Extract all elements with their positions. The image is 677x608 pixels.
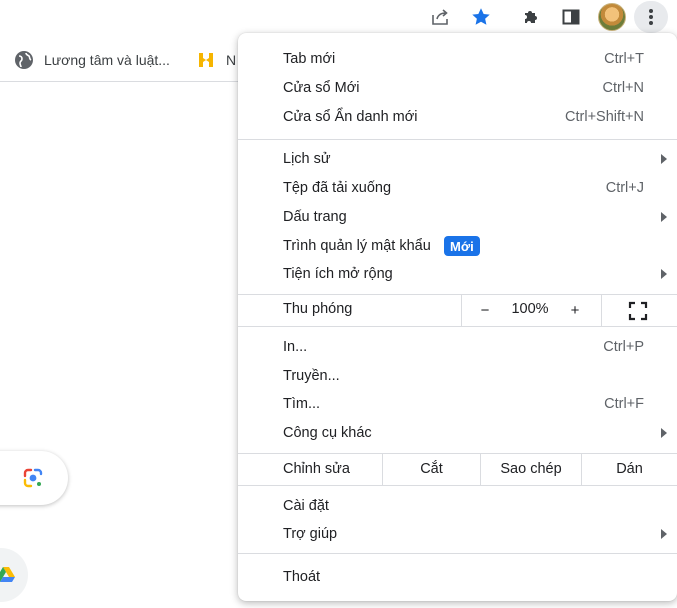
menu-item-extensions[interactable]: Tiện ích mở rộng bbox=[238, 260, 677, 288]
chrome-menu: Tab mới Ctrl+T Cửa sổ Mới Ctrl+N Cửa sổ … bbox=[238, 33, 677, 601]
copy-button[interactable]: Sao chép bbox=[481, 453, 581, 485]
submenu-arrow-icon bbox=[661, 154, 667, 164]
menu-item-label: Cửa sổ Ẩn danh mới bbox=[283, 109, 418, 125]
cut-button[interactable]: Cắt bbox=[383, 453, 480, 485]
bookmark-star-icon[interactable] bbox=[468, 4, 494, 30]
menu-item-label: Tab mới bbox=[283, 51, 336, 67]
bookmark-label: N bbox=[226, 52, 237, 68]
menu-item-settings[interactable]: Cài đặt bbox=[238, 492, 677, 520]
fullscreen-icon[interactable] bbox=[628, 301, 648, 321]
menu-item-label: Tìm... bbox=[283, 396, 321, 412]
menu-item-label: Cửa sổ Mới bbox=[283, 80, 360, 96]
menu-item-label: Tiện ích mở rộng bbox=[283, 266, 393, 282]
kebab-menu-button[interactable] bbox=[634, 1, 668, 33]
menu-item-label: Dấu trang bbox=[283, 209, 347, 225]
menu-item-label: Trình quản lý mật khẩu bbox=[283, 238, 431, 254]
menu-item-downloads[interactable]: Tệp đã tải xuống Ctrl+J bbox=[238, 174, 677, 202]
submenu-arrow-icon bbox=[661, 212, 667, 222]
menu-item-print[interactable]: In... Ctrl+P bbox=[238, 333, 677, 361]
menu-item-cast[interactable]: Truyền... bbox=[238, 362, 677, 390]
edit-label: Chỉnh sửa bbox=[283, 461, 350, 477]
avatar[interactable] bbox=[598, 3, 626, 31]
google-drive-shortcut[interactable] bbox=[0, 548, 28, 602]
menu-item-shortcut: Ctrl+P bbox=[603, 339, 644, 355]
menu-item-help[interactable]: Trợ giúp bbox=[238, 520, 677, 548]
kebab-menu-icon bbox=[649, 9, 653, 25]
menu-item-shortcut: Ctrl+N bbox=[602, 80, 645, 96]
menu-item-label: Công cụ khác bbox=[283, 425, 372, 441]
menu-item-new-tab[interactable]: Tab mới Ctrl+T bbox=[238, 45, 677, 73]
google-lens-icon bbox=[23, 468, 43, 488]
menu-item-shortcut: Ctrl+Shift+N bbox=[565, 109, 644, 125]
zoom-row: Thu phóng − 100% + bbox=[238, 294, 677, 326]
menu-item-label: Truyền... bbox=[283, 368, 340, 384]
menu-item-label: Tệp đã tải xuống bbox=[283, 180, 392, 196]
menu-item-label: Cài đặt bbox=[283, 498, 329, 514]
menu-item-label: Trợ giúp bbox=[283, 526, 338, 542]
bookmark-item[interactable]: Lương tâm và luật... bbox=[14, 48, 170, 72]
menu-item-more-tools[interactable]: Công cụ khác bbox=[238, 419, 677, 447]
menu-separator bbox=[238, 139, 677, 140]
side-panel-icon[interactable] bbox=[558, 4, 584, 30]
google-drive-icon bbox=[0, 567, 15, 582]
menu-item-history[interactable]: Lịch sử bbox=[238, 145, 677, 173]
yellow-logo-icon bbox=[199, 53, 213, 67]
submenu-arrow-icon bbox=[661, 428, 667, 438]
menu-item-label: In... bbox=[283, 339, 308, 355]
menu-item-password-manager[interactable]: Trình quản lý mật khẩu Mới bbox=[238, 232, 677, 260]
bookmark-label: Lương tâm và luật... bbox=[44, 52, 170, 68]
menu-separator bbox=[238, 485, 677, 486]
edit-row: Chỉnh sửa Cắt Sao chép Dán bbox=[238, 453, 677, 485]
submenu-arrow-icon bbox=[661, 269, 667, 279]
extensions-icon[interactable] bbox=[518, 4, 544, 30]
menu-item-new-incognito-window[interactable]: Cửa sổ Ẩn danh mới Ctrl+Shift+N bbox=[238, 103, 677, 131]
zoom-out-button[interactable]: − bbox=[474, 299, 496, 321]
divider bbox=[601, 294, 602, 326]
menu-item-find[interactable]: Tìm... Ctrl+F bbox=[238, 390, 677, 418]
menu-item-shortcut: Ctrl+T bbox=[604, 51, 644, 67]
menu-item-bookmarks[interactable]: Dấu trang bbox=[238, 203, 677, 231]
share-icon[interactable] bbox=[427, 4, 453, 30]
browser-toolbar bbox=[0, 0, 677, 34]
menu-item-label: Lịch sử bbox=[283, 151, 331, 167]
menu-item-label: Thoát bbox=[283, 569, 321, 585]
menu-item-shortcut: Ctrl+F bbox=[604, 396, 644, 412]
menu-item-exit[interactable]: Thoát bbox=[238, 563, 677, 591]
new-badge: Mới bbox=[444, 236, 480, 256]
menu-separator bbox=[238, 326, 677, 327]
divider bbox=[461, 294, 462, 326]
zoom-value: 100% bbox=[511, 301, 549, 317]
zoom-in-button[interactable]: + bbox=[564, 299, 586, 321]
menu-item-new-window[interactable]: Cửa sổ Mới Ctrl+N bbox=[238, 74, 677, 102]
globe-icon bbox=[15, 51, 33, 69]
menu-separator bbox=[238, 553, 677, 554]
paste-button[interactable]: Dán bbox=[582, 453, 677, 485]
menu-item-shortcut: Ctrl+J bbox=[605, 180, 644, 196]
submenu-arrow-icon bbox=[661, 529, 667, 539]
google-lens-button[interactable] bbox=[0, 451, 68, 505]
bookmark-item[interactable]: N bbox=[196, 48, 236, 72]
zoom-label: Thu phóng bbox=[283, 301, 353, 317]
